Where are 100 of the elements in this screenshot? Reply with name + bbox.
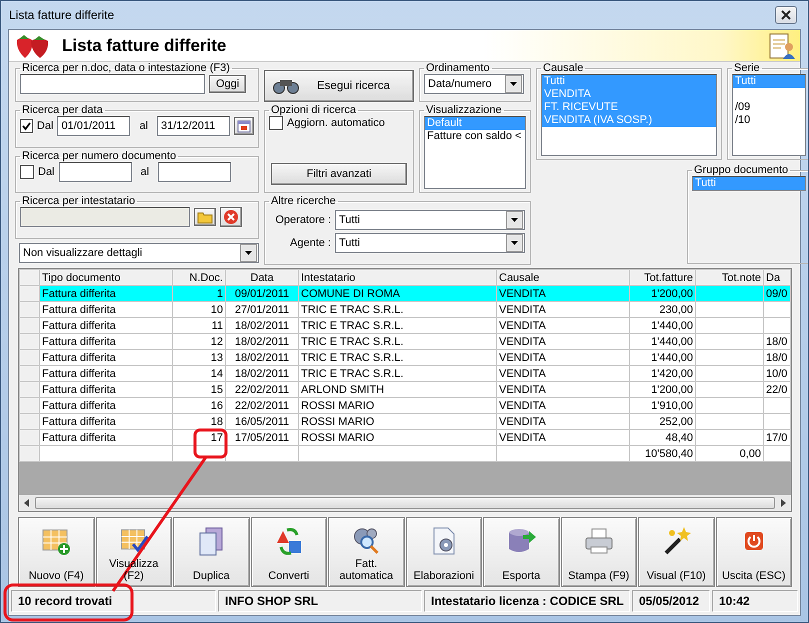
- table-cell: 1'200,00: [651, 288, 693, 300]
- window-title: Lista fatture differite: [8, 8, 114, 22]
- table-cell: 18/02/2011: [234, 336, 290, 348]
- table-cell: 18/02/2011: [234, 368, 290, 380]
- table-cell: 18/0: [766, 336, 788, 348]
- table-cell: TRIC E TRAC S.R.L.: [301, 336, 404, 348]
- table-cell: 27/01/2011: [234, 304, 290, 316]
- table-cell: 22/02/2011: [234, 400, 290, 412]
- table-cell: ROSSI MARIO: [301, 400, 374, 412]
- toolbar-button[interactable]: Stampa (F9): [560, 517, 637, 587]
- toolbar-button[interactable]: Elaborazioni: [406, 517, 482, 587]
- table-cell: VENDITA: [499, 432, 546, 444]
- table-cell: 09/01/2011: [234, 288, 290, 300]
- group-label: Opzioni di ricerca: [270, 104, 357, 116]
- search-field[interactable]: [20, 74, 205, 94]
- filter-dropdown[interactable]: Tutti: [335, 210, 525, 230]
- group-label: Visualizzazione: [425, 104, 503, 116]
- table-cell: VENDITA: [499, 384, 546, 396]
- date-field[interactable]: 31/12/2011: [157, 116, 230, 136]
- table-cell: 1'440,00: [651, 336, 693, 348]
- table-cell: TRIC E TRAC S.R.L.: [301, 304, 404, 316]
- table-cell: VENDITA: [499, 400, 546, 412]
- table-cell: 22/0: [766, 384, 788, 396]
- table-cell: 1: [216, 288, 223, 300]
- field-label: al: [139, 120, 148, 132]
- close-icon: [781, 10, 791, 20]
- folder-button[interactable]: [194, 208, 216, 226]
- table-cell: Fattura differita: [42, 384, 116, 396]
- toolbar-button[interactable]: Fatt. automatica: [328, 517, 404, 587]
- search-button[interactable]: Esegui ricerca: [264, 70, 414, 102]
- table-cell: 1'420,00: [651, 368, 693, 380]
- series-list[interactable]: Tutti /09 /10: [732, 74, 806, 156]
- horizontal-scrollbar[interactable]: [19, 495, 791, 511]
- list-item[interactable]: /10: [733, 114, 805, 127]
- dropdown-arrow-icon: [511, 241, 518, 245]
- field-label: Dal: [38, 166, 55, 178]
- toolbar-button[interactable]: Esporta: [483, 517, 560, 587]
- table-cell: ROSSI MARIO: [301, 432, 374, 444]
- table-cell: Fattura differita: [42, 336, 116, 348]
- checkbox[interactable]: [269, 116, 283, 130]
- contacts-icon[interactable]: [769, 32, 795, 60]
- toolbar-button[interactable]: Converti: [250, 517, 327, 587]
- dropdown-arrow-icon: [245, 251, 252, 255]
- page-title: Lista fatture differite: [62, 36, 228, 56]
- column-header[interactable]: Tot.fatture: [630, 270, 696, 286]
- table-cell: 16/05/2011: [234, 416, 290, 428]
- column-header[interactable]: Causale: [496, 270, 630, 286]
- filter-dropdown[interactable]: Tutti: [335, 233, 525, 253]
- table-cell: Fattura differita: [42, 400, 116, 412]
- column-header[interactable]: Tipo documento: [40, 270, 172, 286]
- table-cell: 13: [210, 352, 223, 364]
- view-list[interactable]: Default Fatture con saldo <: [424, 116, 526, 189]
- toolbar-button[interactable]: Visual (F10): [638, 517, 714, 587]
- number-field[interactable]: [158, 162, 232, 182]
- column-header[interactable]: Tot.note: [696, 270, 764, 286]
- table-cell: 18: [210, 416, 223, 428]
- column-header[interactable]: Da: [764, 270, 790, 286]
- annotation-outline: [194, 428, 228, 458]
- toolbar-button[interactable]: Uscita (ESC): [716, 517, 792, 587]
- group-label: Ricerca per intestatario: [21, 195, 136, 207]
- total-cell: 0,00: [740, 448, 761, 460]
- table-cell: Fattura differita: [42, 288, 116, 300]
- table-cell: 09/0: [766, 288, 788, 300]
- list-item[interactable]: Fatture con saldo <: [425, 130, 525, 143]
- group-label: Ricerca per numero documento: [21, 150, 178, 162]
- clear-button[interactable]: [220, 207, 242, 227]
- dropdown-arrow-icon: [510, 82, 517, 86]
- column-header[interactable]: Data: [226, 270, 298, 286]
- table-cell: 18/02/2011: [234, 352, 290, 364]
- details-dropdown[interactable]: Non visualizzare dettagli: [19, 243, 259, 263]
- group-label: Altre ricerche: [270, 195, 337, 207]
- table-cell: VENDITA: [499, 304, 546, 316]
- status-text: Intestatario licenza : CODICE SRL: [424, 590, 630, 612]
- table-cell: 18/0: [766, 352, 788, 364]
- binoculars-icon: [271, 78, 301, 94]
- table-cell: COMUNE DI ROMA: [301, 288, 400, 300]
- toolbar-button[interactable]: Nuovo (F4): [18, 517, 94, 587]
- calendar-button[interactable]: [234, 117, 254, 135]
- toolbar-button[interactable]: Duplica: [173, 517, 250, 587]
- table-cell: VENDITA: [499, 336, 546, 348]
- column-header[interactable]: Intestatario: [298, 270, 496, 286]
- field-label: Agente :: [289, 237, 331, 249]
- dropdown-arrow-icon: [511, 218, 518, 222]
- table-cell: 230,00: [659, 304, 693, 316]
- advanced-filters-button[interactable]: Filtri avanzati: [271, 163, 407, 185]
- total-cell: 10'580,40: [645, 448, 693, 460]
- ordering-dropdown[interactable]: Data/numero: [424, 74, 524, 94]
- column-header[interactable]: N.Doc.: [172, 270, 226, 286]
- checkbox[interactable]: [20, 119, 33, 133]
- date-field[interactable]: 01/01/2011: [57, 116, 130, 136]
- status-text: INFO SHOP SRL: [218, 590, 422, 612]
- number-field[interactable]: [58, 162, 132, 182]
- checkbox[interactable]: [20, 165, 34, 179]
- group-label: Ordinamento: [425, 62, 491, 74]
- close-button[interactable]: [775, 6, 797, 24]
- table-cell: Fattura differita: [42, 352, 116, 364]
- today-button[interactable]: Oggi: [209, 75, 246, 93]
- table-cell: VENDITA: [499, 320, 546, 332]
- group-label: Serie: [733, 62, 761, 74]
- list-item[interactable]: /09: [733, 101, 805, 114]
